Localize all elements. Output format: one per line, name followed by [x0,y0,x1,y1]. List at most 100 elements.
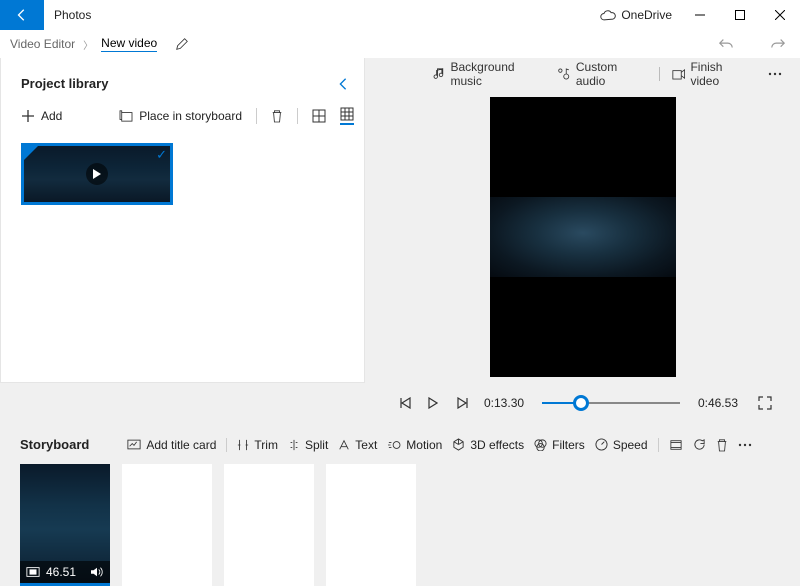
cube-icon [452,438,465,451]
trim-icon [237,439,249,451]
split-label: Split [305,438,328,452]
custom-audio-button[interactable]: Custom audio [557,60,647,88]
grid-3x3-icon [340,107,354,121]
onedrive-button[interactable]: OneDrive [592,0,680,30]
play-icon [428,397,438,409]
redo-icon [770,37,786,51]
filters-label: Filters [552,438,585,452]
storyboard-more-button[interactable] [738,443,752,447]
text-button[interactable]: Text [338,438,377,452]
audio-icon [557,67,570,81]
3d-effects-button[interactable]: 3D effects [452,438,524,452]
prev-frame-button[interactable] [400,397,416,409]
speed-label: Speed [613,438,648,452]
check-icon: ✓ [156,147,167,163]
ellipsis-icon [738,443,752,447]
text-icon [338,439,350,451]
play-button[interactable] [428,397,444,409]
library-clip[interactable]: ✓ [21,143,173,205]
cloud-icon [600,10,616,21]
resize-button[interactable] [669,439,683,451]
fullscreen-button[interactable] [758,396,774,410]
grid-2x2-icon [312,109,326,123]
grid-view-large-button[interactable] [312,109,326,123]
current-time: 0:13.30 [484,396,524,410]
more-button[interactable] [768,72,782,76]
add-label: Add [41,109,62,123]
fullscreen-icon [758,396,772,410]
motion-label: Motion [406,438,442,452]
clip-duration: 46.51 [46,565,76,579]
close-button[interactable] [760,0,800,30]
add-media-button[interactable]: Add [21,109,62,123]
storyboard-delete-button[interactable] [716,438,728,452]
ellipsis-icon [768,72,782,76]
split-button[interactable]: Split [288,438,328,452]
custom-audio-label: Custom audio [576,60,647,88]
separator [226,438,227,452]
back-button[interactable] [0,0,44,30]
finish-label: Finish video [690,60,752,88]
place-in-storyboard-button[interactable]: Place in storyboard [119,109,242,123]
volume-icon [90,566,104,578]
text-label: Text [355,438,377,452]
storyboard-title: Storyboard [20,437,89,452]
seek-slider[interactable] [542,402,680,404]
redo-button[interactable] [756,37,800,51]
skip-forward-icon [456,397,468,409]
delete-button[interactable] [271,109,283,123]
breadcrumb-current[interactable]: New video [101,36,157,52]
place-icon [119,110,133,122]
motion-icon [387,439,401,451]
title-card-label: Add title card [146,438,216,452]
title-card-icon [127,439,141,450]
project-library-panel: Project library Add Place in storyboard [0,58,365,383]
place-label: Place in storyboard [139,109,242,123]
filters-icon [534,438,547,451]
play-icon [86,163,108,185]
3d-label: 3D effects [470,438,524,452]
music-note-icon [433,67,446,81]
total-time: 0:46.53 [698,396,738,410]
grid-view-small-button[interactable] [340,107,354,125]
chevron-left-icon [338,77,348,91]
separator [297,108,298,124]
undo-button[interactable] [704,37,748,51]
speed-button[interactable]: Speed [595,438,648,452]
background-music-button[interactable]: Background music [433,60,545,88]
aspect-icon [26,566,40,578]
export-icon [672,68,685,80]
add-title-card-button[interactable]: Add title card [127,438,216,452]
separator [659,67,660,81]
filters-button[interactable]: Filters [534,438,585,452]
skip-back-icon [400,397,412,409]
rename-button[interactable] [175,37,189,51]
storyboard-clip[interactable]: 46.51 [20,464,110,586]
breadcrumb-root[interactable]: Video Editor [10,37,75,51]
trim-button[interactable]: Trim [237,438,278,452]
motion-button[interactable]: Motion [387,438,442,452]
storyboard-empty-slot[interactable] [122,464,212,586]
trash-icon [716,438,728,452]
preview-panel: Background music Custom audio Finish vid… [365,58,800,383]
trim-label: Trim [254,438,278,452]
rotate-button[interactable] [693,438,706,451]
trash-icon [271,109,283,123]
video-preview[interactable] [490,97,676,377]
onedrive-label: OneDrive [621,8,672,22]
bg-music-label: Background music [451,60,546,88]
pencil-icon [175,37,189,51]
speed-icon [595,438,608,451]
storyboard-empty-slot[interactable] [326,464,416,586]
rotate-icon [693,438,706,451]
collapse-library-button[interactable] [338,77,348,91]
chevron-right-icon: 〉 [83,37,93,52]
separator [658,438,659,452]
maximize-button[interactable] [720,0,760,30]
next-frame-button[interactable] [456,397,472,409]
storyboard-empty-slot[interactable] [224,464,314,586]
split-icon [288,439,300,451]
finish-video-button[interactable]: Finish video [672,60,752,88]
minimize-button[interactable] [680,0,720,30]
library-title: Project library [21,76,338,91]
